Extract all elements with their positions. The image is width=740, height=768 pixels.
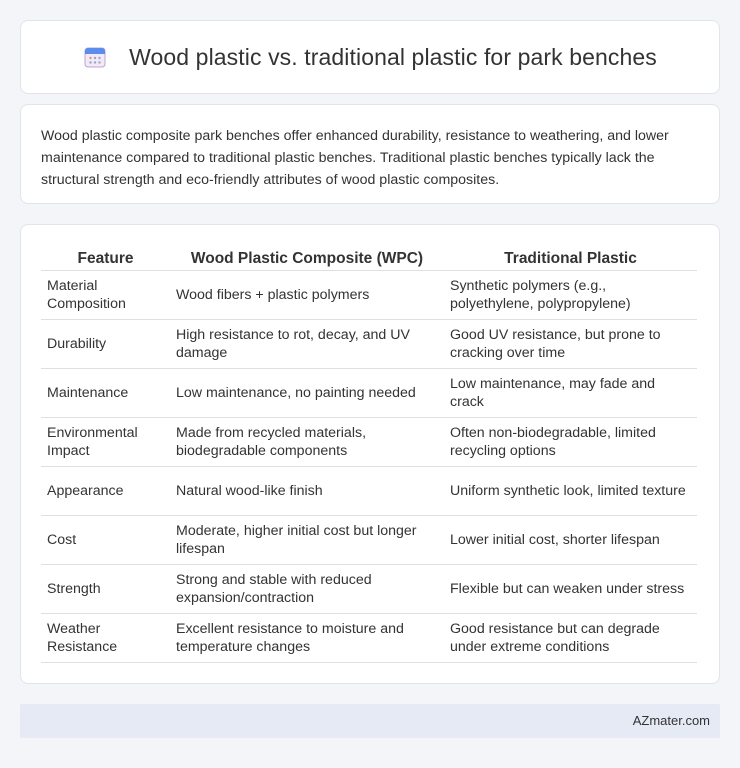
feature-cell: Material Composition: [41, 270, 170, 320]
feature-cell: Strength: [41, 564, 170, 614]
intro-text: Wood plastic composite park benches offe…: [41, 128, 669, 188]
column-header-wpc: Wood Plastic Composite (WPC): [170, 245, 444, 271]
table-row: Material Composition Wood fibers + plast…: [41, 270, 697, 320]
footer-brand: AZmater.com: [632, 713, 710, 728]
wpc-cell: Low maintenance, no painting needed: [170, 368, 444, 418]
feature-cell: Weather Resistance: [41, 613, 170, 663]
feature-cell: Appearance: [41, 466, 170, 516]
intro-card: Wood plastic composite park benches offe…: [20, 104, 720, 204]
traditional-cell: Good UV resistance, but prone to crackin…: [444, 319, 697, 369]
table-row: Durability High resistance to rot, decay…: [41, 319, 697, 369]
feature-cell: Durability: [41, 319, 170, 369]
feature-cell: Environmental Impact: [41, 417, 170, 467]
wpc-cell: High resistance to rot, decay, and UV da…: [170, 319, 444, 369]
traditional-cell: Flexible but can weaken under stress: [444, 564, 697, 614]
wpc-cell: Made from recycled materials, biodegrada…: [170, 417, 444, 467]
traditional-cell: Good resistance but can degrade under ex…: [444, 613, 697, 663]
traditional-cell: Synthetic polymers (e.g., polyethylene, …: [444, 270, 697, 320]
comparison-card: Feature Wood Plastic Composite (WPC) Tra…: [20, 224, 720, 684]
table-row: Environmental Impact Made from recycled …: [41, 417, 697, 467]
footer-bar: AZmater.com: [20, 704, 720, 738]
feature-cell: Cost: [41, 515, 170, 565]
page-title: Wood plastic vs. traditional plastic for…: [129, 43, 657, 70]
table-row: Weather Resistance Excellent resistance …: [41, 613, 697, 663]
traditional-cell: Often non-biodegradable, limited recycli…: [444, 417, 697, 467]
wpc-cell: Wood fibers + plastic polymers: [170, 270, 444, 320]
column-header-feature: Feature: [41, 245, 170, 271]
traditional-cell: Lower initial cost, shorter lifespan: [444, 515, 697, 565]
table-row: Maintenance Low maintenance, no painting…: [41, 368, 697, 418]
wpc-cell: Natural wood-like finish: [170, 466, 444, 516]
table-header-row: Feature Wood Plastic Composite (WPC) Tra…: [41, 245, 697, 271]
title-card: Wood plastic vs. traditional plastic for…: [20, 20, 720, 94]
table-row: Cost Moderate, higher initial cost but l…: [41, 515, 697, 565]
traditional-cell: Low maintenance, may fade and crack: [444, 368, 697, 418]
calendar-icon: [83, 45, 107, 69]
feature-cell: Maintenance: [41, 368, 170, 418]
table-row: Strength Strong and stable with reduced …: [41, 564, 697, 614]
traditional-cell: Uniform synthetic look, limited texture: [444, 466, 697, 516]
table-row: Appearance Natural wood-like finish Unif…: [41, 466, 697, 516]
column-header-traditional: Traditional Plastic: [444, 245, 697, 271]
wpc-cell: Moderate, higher initial cost but longer…: [170, 515, 444, 565]
comparison-table: Feature Wood Plastic Composite (WPC) Tra…: [41, 245, 697, 663]
wpc-cell: Excellent resistance to moisture and tem…: [170, 613, 444, 663]
wpc-cell: Strong and stable with reduced expansion…: [170, 564, 444, 614]
